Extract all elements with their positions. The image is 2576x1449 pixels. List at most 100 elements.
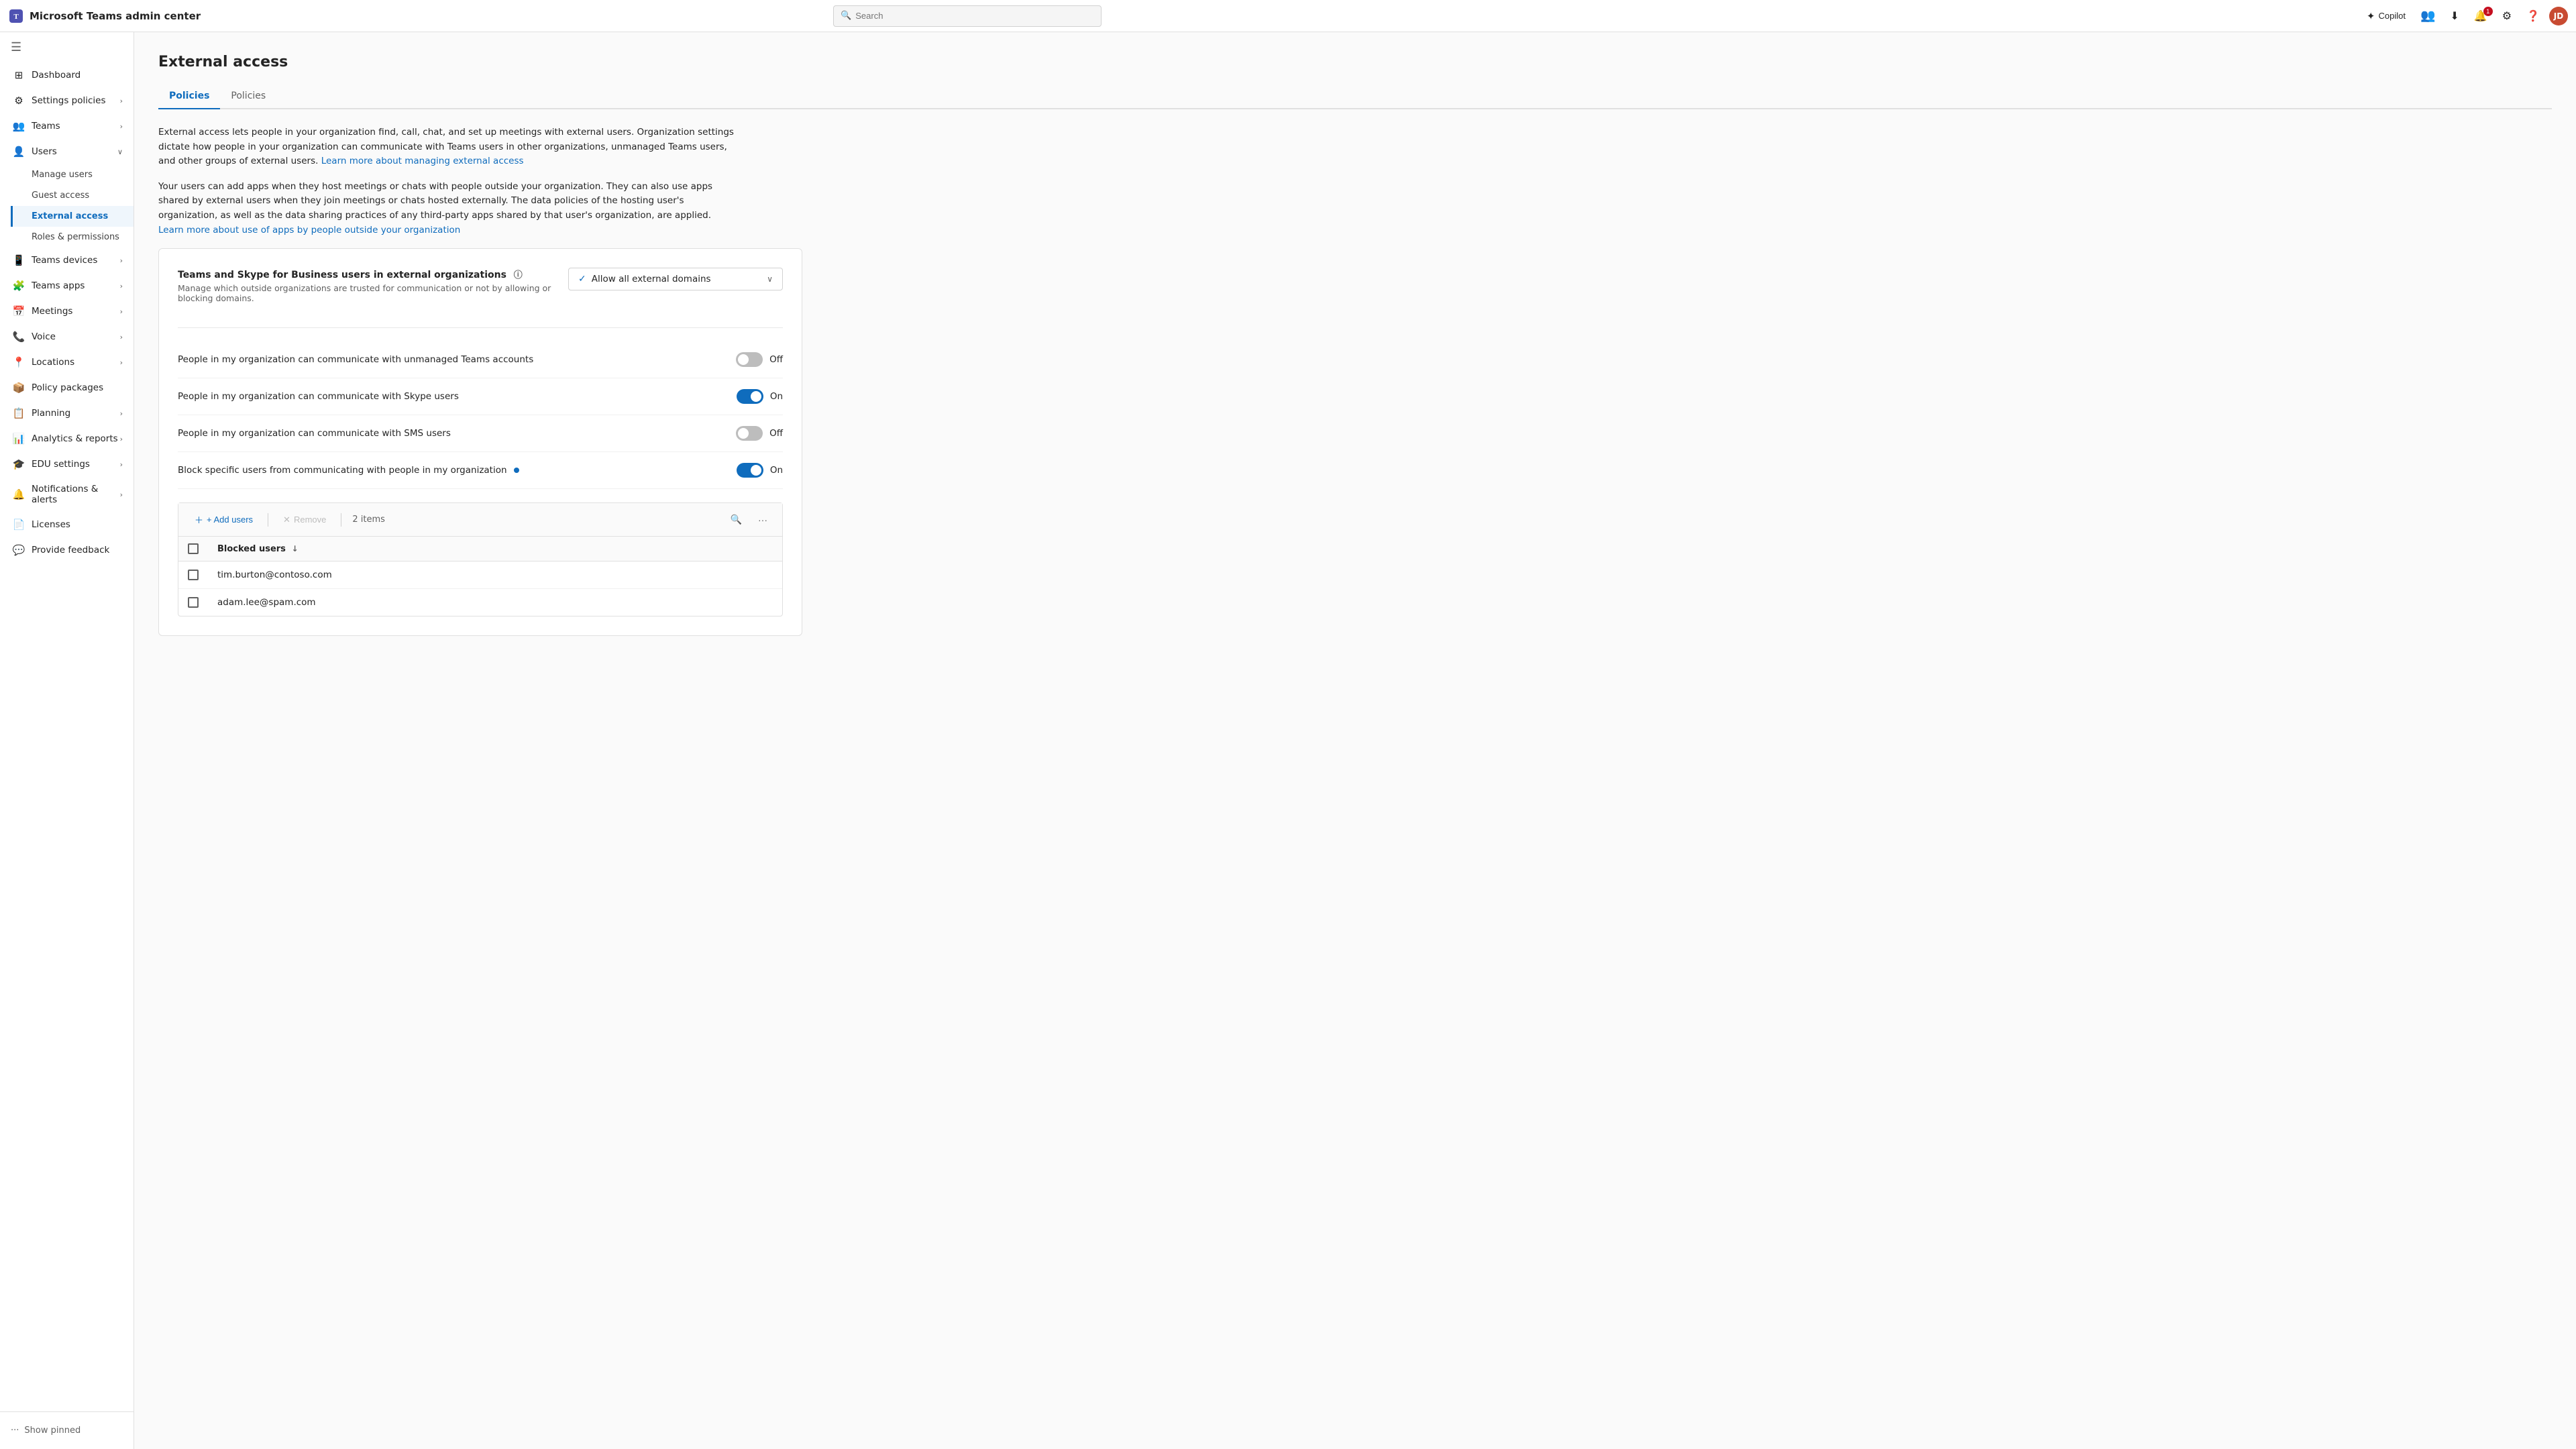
sidebar-group-header-settings-policies[interactable]: ⚙ Settings policies › bbox=[0, 88, 133, 113]
domain-dropdown[interactable]: ✓ Allow all external domains ∨ bbox=[568, 268, 783, 290]
sidebar-group-header-users[interactable]: 👤 Users ∨ bbox=[0, 139, 133, 164]
more-options-button[interactable]: ··· bbox=[753, 511, 773, 529]
add-users-button[interactable]: ＋ + Add users bbox=[188, 510, 260, 529]
notification-button[interactable]: 🔔 1 bbox=[2469, 7, 2493, 25]
sidebar-group-header-teams-devices[interactable]: 📱 Teams devices › bbox=[0, 248, 133, 273]
voice-icon: 📞 bbox=[13, 331, 25, 343]
sidebar-item-manage-users[interactable]: Manage users bbox=[11, 164, 133, 185]
sidebar-group-header-voice[interactable]: 📞 Voice › bbox=[0, 324, 133, 350]
info-dot-block-specific bbox=[514, 468, 519, 473]
external-org-section-right: ✓ Allow all external domains ∨ bbox=[568, 268, 783, 290]
sidebar-bottom: ··· Show pinned bbox=[0, 1411, 133, 1449]
sidebar-item-external-access[interactable]: External access bbox=[11, 206, 133, 227]
licenses-icon: 📄 bbox=[13, 519, 25, 531]
settings-button[interactable]: ⚙ bbox=[2497, 7, 2517, 25]
description-1: External access lets people in your orga… bbox=[158, 125, 735, 169]
row-checkbox-2[interactable] bbox=[188, 597, 199, 608]
toggle-label-block-specific-users: Block specific users from communicating … bbox=[178, 465, 519, 476]
toggle-label-unmanaged-teams: People in my organization can communicat… bbox=[178, 354, 533, 365]
sidebar-group-header-meetings[interactable]: 📅 Meetings › bbox=[0, 299, 133, 324]
col-header-blocked-users: Blocked users ↓ bbox=[208, 537, 782, 561]
toggle-switch-block-specific-users[interactable] bbox=[737, 463, 763, 478]
search-users-button[interactable]: 🔍 bbox=[725, 511, 747, 529]
sidebar-group-header-notifications-alerts[interactable]: 🔔 Notifications & alerts › bbox=[0, 477, 133, 512]
help-button[interactable]: ❓ bbox=[2521, 7, 2545, 25]
more-options-icon: ··· bbox=[758, 515, 767, 525]
toggle-row-unmanaged-teams: People in my organization can communicat… bbox=[178, 341, 783, 378]
search-icon-toolbar: 🔍 bbox=[731, 514, 742, 525]
copilot-icon: ✦ bbox=[2367, 10, 2375, 22]
toggle-right-block-specific-users: On bbox=[737, 463, 783, 478]
sidebar-toggle-button[interactable]: ☰ bbox=[0, 32, 133, 62]
chevron-right-icon-voice: › bbox=[120, 333, 123, 341]
topnav-actions: ✦ Copilot 👥 ⬇ 🔔 1 ⚙ ❓ JD bbox=[2361, 6, 2568, 25]
toggle-switch-sms-users[interactable] bbox=[736, 426, 763, 441]
description-1-link[interactable]: Learn more about managing external acces… bbox=[321, 156, 524, 166]
sidebar-group-teams: 👥 Teams › bbox=[0, 113, 133, 139]
sidebar-item-provide-feedback[interactable]: 💬 Provide feedback bbox=[0, 537, 133, 563]
teams-icon-button[interactable]: 👥 bbox=[2415, 6, 2440, 25]
row-checkbox-1[interactable] bbox=[188, 570, 199, 580]
check-circle-icon: ✓ bbox=[578, 274, 586, 284]
info-icon[interactable]: ⓘ bbox=[514, 270, 523, 280]
sidebar-group-header-analytics-reports[interactable]: 📊 Analytics & reports › bbox=[0, 426, 133, 451]
sidebar-group-label-teams: Teams bbox=[32, 121, 60, 131]
remove-icon: ✕ bbox=[283, 515, 290, 525]
sidebar-group-header-planning[interactable]: 📋 Planning › bbox=[0, 400, 133, 426]
chevron-down-icon-users: ∨ bbox=[117, 148, 123, 156]
tab-policies[interactable]: Policies bbox=[158, 84, 220, 109]
toggle-switch-unmanaged-teams[interactable] bbox=[736, 352, 763, 367]
sidebar-group-header-locations[interactable]: 📍 Locations › bbox=[0, 350, 133, 375]
select-all-checkbox[interactable] bbox=[188, 543, 199, 554]
add-users-label: + Add users bbox=[207, 515, 253, 525]
sidebar-group-label-users: Users bbox=[32, 146, 57, 157]
sidebar-group-label-locations: Locations bbox=[32, 357, 74, 368]
toggle-state-label-block-specific: On bbox=[770, 465, 783, 476]
sidebar-item-guest-access[interactable]: Guest access bbox=[11, 185, 133, 206]
analytics-reports-icon: 📊 bbox=[13, 433, 25, 445]
settings-policies-icon: ⚙ bbox=[13, 95, 25, 107]
help-icon: ❓ bbox=[2526, 9, 2540, 23]
planning-icon: 📋 bbox=[13, 407, 25, 419]
copilot-button[interactable]: ✦ Copilot bbox=[2361, 7, 2411, 25]
svg-text:T: T bbox=[13, 13, 19, 21]
sidebar-item-policy-packages[interactable]: 📦 Policy packages bbox=[0, 375, 133, 400]
sidebar-item-roles-permissions[interactable]: Roles & permissions bbox=[11, 227, 133, 248]
search-icon: 🔍 bbox=[841, 11, 851, 21]
sidebar-group-header-teams[interactable]: 👥 Teams › bbox=[0, 113, 133, 139]
chevron-right-icon: › bbox=[120, 97, 123, 105]
sidebar-item-licenses[interactable]: 📄 Licenses bbox=[0, 512, 133, 537]
meetings-icon: 📅 bbox=[13, 305, 25, 317]
teams-devices-icon: 📱 bbox=[13, 254, 25, 266]
avatar[interactable]: JD bbox=[2549, 7, 2568, 25]
toggle-right-skype-users: On bbox=[737, 389, 783, 404]
sidebar-group-label-analytics-reports: Analytics & reports bbox=[32, 433, 118, 444]
page-title: External access bbox=[158, 54, 2552, 70]
sidebar-item-show-pinned[interactable]: ··· Show pinned bbox=[0, 1419, 133, 1442]
search-input[interactable] bbox=[855, 11, 1094, 21]
table-row: tim.burton@contoso.com bbox=[178, 561, 782, 589]
sidebar-item-label-dashboard: Dashboard bbox=[32, 70, 80, 80]
chevron-right-icon-locations: › bbox=[120, 358, 123, 367]
toggle-state-label-unmanaged-teams: Off bbox=[769, 354, 783, 365]
teams-logo-icon: T bbox=[8, 8, 24, 24]
toggle-switch-skype-users[interactable] bbox=[737, 389, 763, 404]
sort-icon[interactable]: ↓ bbox=[291, 544, 298, 553]
search-bar[interactable]: 🔍 bbox=[833, 5, 1102, 27]
sidebar-group-header-edu-settings[interactable]: 🎓 EDU settings › bbox=[0, 451, 133, 477]
sidebar-group-edu-settings: 🎓 EDU settings › bbox=[0, 451, 133, 477]
sidebar-child-label-guest-access: Guest access bbox=[32, 191, 89, 201]
sidebar-group-header-teams-apps[interactable]: 🧩 Teams apps › bbox=[0, 273, 133, 299]
description-2-link[interactable]: Learn more about use of apps by people o… bbox=[158, 225, 460, 235]
sidebar-item-dashboard[interactable]: ⊞ Dashboard bbox=[0, 62, 133, 88]
item-count: 2 items bbox=[352, 515, 385, 525]
sidebar-group-teams-devices: 📱 Teams devices › bbox=[0, 248, 133, 273]
row-checkbox-cell-1 bbox=[178, 561, 208, 589]
download-button[interactable]: ⬇ bbox=[2445, 7, 2464, 25]
sidebar-group-locations: 📍 Locations › bbox=[0, 350, 133, 375]
remove-button[interactable]: ✕ Remove bbox=[276, 511, 333, 529]
sidebar-group-voice: 📞 Voice › bbox=[0, 324, 133, 350]
download-icon: ⬇ bbox=[2450, 9, 2459, 23]
users-children: Manage users Guest access External acces… bbox=[0, 164, 133, 248]
tab-policies2[interactable]: Policies bbox=[220, 84, 276, 109]
